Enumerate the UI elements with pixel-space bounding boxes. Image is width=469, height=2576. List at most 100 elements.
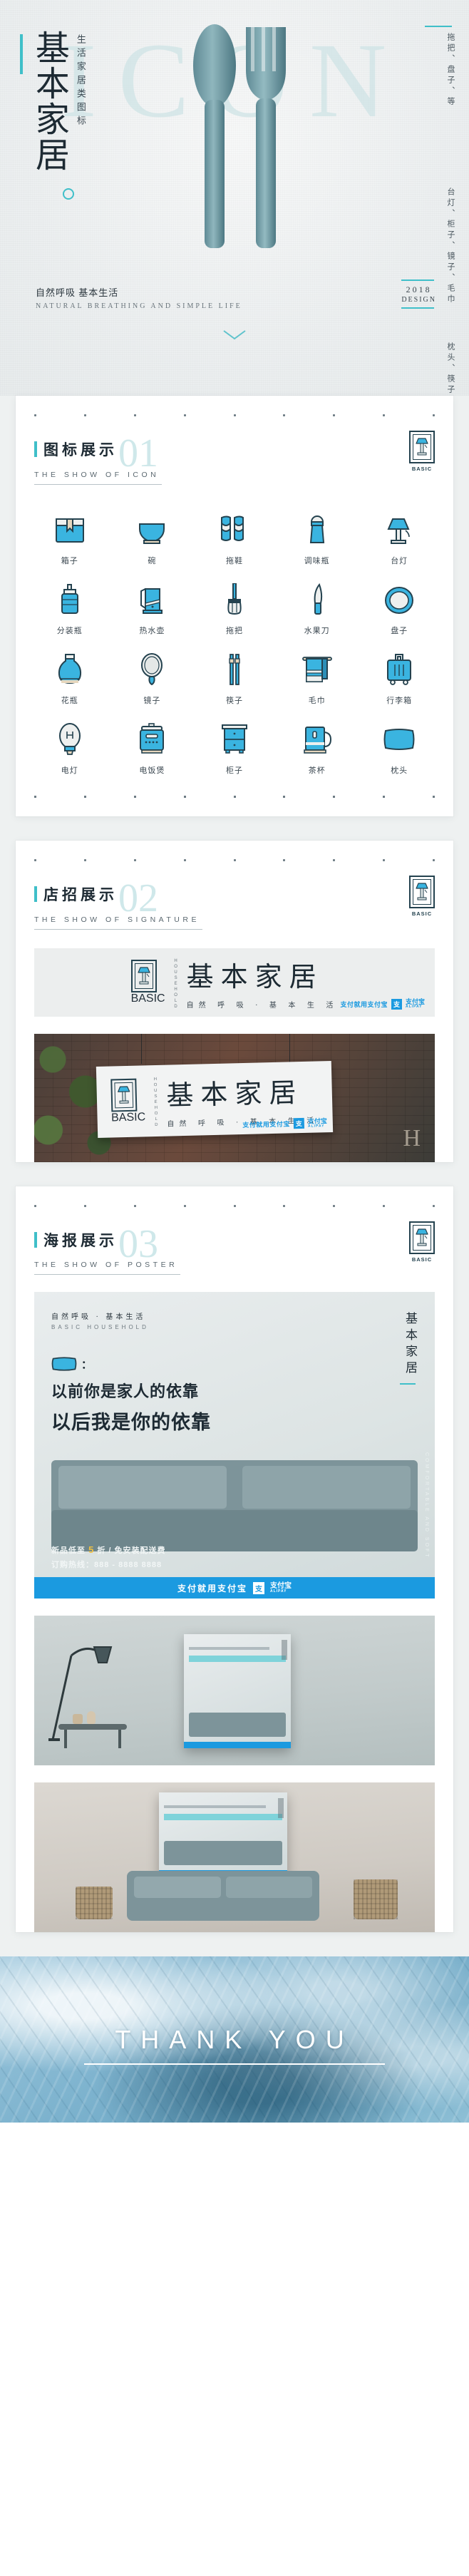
section-number: 01 xyxy=(118,431,158,476)
hero-keywords-col3: 拖把、盘子、等 xyxy=(446,33,455,108)
icon-cell[interactable]: 水果刀 xyxy=(276,573,359,636)
hero-design-label: DESIGN xyxy=(401,296,436,304)
poster-mini-kicker xyxy=(164,1805,266,1809)
icon-label: 行李箱 xyxy=(386,696,413,705)
lamp-icon xyxy=(416,1228,428,1246)
icon-label: 分装瓶 xyxy=(56,626,83,635)
alipay-mark-icon: 支 xyxy=(391,998,402,1010)
alipay-name: 支付宝 ALIPAY xyxy=(270,1581,292,1594)
lamp-icon xyxy=(117,1085,130,1104)
icon-showcase-card: 图标展示 01 THE SHOW OF ICON BASIC 箱子 碗 拖鞋 调… xyxy=(16,396,453,816)
framed-poster xyxy=(159,1792,287,1877)
icon-cell[interactable]: 拖鞋 xyxy=(193,503,276,566)
icon-label: 水果刀 xyxy=(304,626,330,635)
fruit-knife-icon xyxy=(300,573,334,616)
icon-label: 毛巾 xyxy=(308,696,326,705)
icon-cell[interactable]: 电饭煲 xyxy=(111,713,194,776)
poster-promo-block: 新品低至 5 折 / 免安装配送费 订购热线：888 - 8888 8888 xyxy=(51,1544,166,1570)
hero-title-cn: 基本家居 xyxy=(29,30,68,173)
section-number: 03 xyxy=(118,1221,158,1266)
icon-label: 电饭煲 xyxy=(139,766,165,775)
brand-basic-label: BASIC xyxy=(130,992,165,1005)
mockup-sofa xyxy=(127,1871,319,1921)
desk-lamp-icon xyxy=(382,503,416,546)
icon-cell[interactable]: 枕头 xyxy=(358,713,440,776)
sofa-cushion-left xyxy=(58,1466,227,1509)
icon-cell[interactable]: 柜子 xyxy=(193,713,276,776)
wicker-basket-right xyxy=(354,1879,398,1920)
icon-cell[interactable]: 茶杯 xyxy=(276,713,359,776)
icon-label: 碗 xyxy=(148,556,157,565)
hero-slogan-en: NATURAL BREATHING AND SIMPLE LIFE xyxy=(36,302,242,310)
icon-cell[interactable]: 盘子 xyxy=(358,573,440,636)
alipay-name: 支付宝 ALIPAY xyxy=(307,1117,327,1128)
wicker-basket-left xyxy=(76,1887,113,1920)
hero-keywords-col1: 枕头、筷子、花瓶、拖鞋 xyxy=(445,342,456,396)
icon-label: 拖鞋 xyxy=(225,556,243,565)
suitcase-icon xyxy=(382,643,416,686)
table-decor-box xyxy=(73,1714,83,1725)
icon-label: 台灯 xyxy=(391,556,408,565)
tea-cup-icon xyxy=(300,713,334,756)
poster-hotline: 订购热线：888 - 8888 8888 xyxy=(51,1561,163,1570)
section-title-row: 店招展示 02 xyxy=(34,878,435,918)
icon-cell[interactable]: 台灯 xyxy=(358,503,440,566)
section-header-03: 海报展示 03 THE SHOW OF POSTER BASIC xyxy=(16,1207,453,1276)
icon-cell[interactable]: 行李箱 xyxy=(358,643,440,706)
poster-mockup-interior-b xyxy=(34,1782,435,1933)
lamp-logo-frame xyxy=(409,875,435,908)
year-rule-bottom xyxy=(401,307,435,309)
icon-cell[interactable]: 花瓶 xyxy=(29,643,111,706)
hanging-rope-right xyxy=(289,1033,290,1064)
dot-row-top xyxy=(16,396,453,416)
poster-cta-bar[interactable]: 支付就用支付宝 支 支付宝 ALIPAY xyxy=(34,1577,435,1599)
poster-brand-underline xyxy=(400,1383,416,1385)
icon-cell[interactable]: 碗 xyxy=(111,503,194,566)
section-title-row: 图标展示 01 xyxy=(34,433,435,473)
icon-cell[interactable]: 箱子 xyxy=(29,503,111,566)
brand-logo: BASIC xyxy=(409,875,435,917)
hero-keywords-col2: 台灯、柜子、镜子、毛巾 xyxy=(446,188,455,305)
kettle-icon xyxy=(135,573,169,616)
poster-mini-brand xyxy=(282,1640,287,1661)
lamp-logo-frame xyxy=(409,1221,435,1254)
icon-cell[interactable]: 调味瓶 xyxy=(276,503,359,566)
light-bulb-icon xyxy=(53,713,87,756)
dot-row-top xyxy=(16,841,453,861)
table-decor-jar xyxy=(87,1711,96,1725)
icon-cell[interactable]: 毛巾 xyxy=(276,643,359,706)
icon-cell[interactable]: 热水壶 xyxy=(111,573,194,636)
hero-year: 2018 xyxy=(406,284,432,294)
poster-kicker-cn: 自然呼吸 · 基本生活 xyxy=(51,1313,146,1322)
poster-mini-sofa xyxy=(189,1713,286,1738)
icon-cell[interactable]: 镜子 xyxy=(111,643,194,706)
icon-cell[interactable]: 筷子 xyxy=(193,643,276,706)
icon-cell[interactable]: 拖把 xyxy=(193,573,276,636)
icon-label: 枕头 xyxy=(391,766,408,775)
icon-cell[interactable]: 分装瓶 xyxy=(29,573,111,636)
mop-icon xyxy=(217,573,252,616)
alipay-badge: 支付就用支付宝 支 支付宝 ALIPAY xyxy=(242,1117,327,1130)
lamp-logo-frame xyxy=(110,1078,137,1112)
alipay-text: 支付就用支付宝 xyxy=(242,1120,290,1129)
brand-slogan: 自然 呼 吸 · 基 本 生 活 xyxy=(186,1002,339,1010)
icon-grid: 箱子 碗 拖鞋 调味瓶 台灯 分装瓶 热水壶 拖把 水果刀 盘子 花瓶 镜子 筷… xyxy=(16,485,453,783)
table-top xyxy=(58,1724,127,1730)
poster-badge: ： xyxy=(51,1356,418,1372)
brand-logo: BASIC xyxy=(409,1221,435,1263)
icon-label: 柜子 xyxy=(225,766,243,775)
section-title-row: 海报展示 03 xyxy=(34,1224,435,1263)
brick-wall-background: BASIC HOUSEHOLD 基本家居 自然 呼 吸 · 基 本 生 活 支付… xyxy=(34,1033,435,1162)
poster-header: 自然呼吸 · 基本生活 BASIC HOUSEHOLD ： 以前你是家人的依靠 … xyxy=(34,1292,435,1435)
icon-label: 花瓶 xyxy=(61,696,78,705)
icon-label: 箱子 xyxy=(61,556,78,565)
poster-cta-text: 支付就用支付宝 xyxy=(177,1583,247,1594)
wall-letter-decor: H xyxy=(403,1124,421,1151)
signboard-photo-mockup: BASIC HOUSEHOLD 基本家居 自然 呼 吸 · 基 本 生 活 支付… xyxy=(34,1033,435,1162)
spice-bottle-icon xyxy=(300,503,334,546)
keyword-accent-line xyxy=(425,26,452,27)
poster-kicker-en: BASIC HOUSEHOLD xyxy=(51,1324,149,1331)
chevron-down-icon[interactable] xyxy=(222,329,247,341)
icon-cell[interactable]: 电灯 xyxy=(29,713,111,776)
alipay-name: 支付宝 ALIPAY xyxy=(405,998,425,1010)
